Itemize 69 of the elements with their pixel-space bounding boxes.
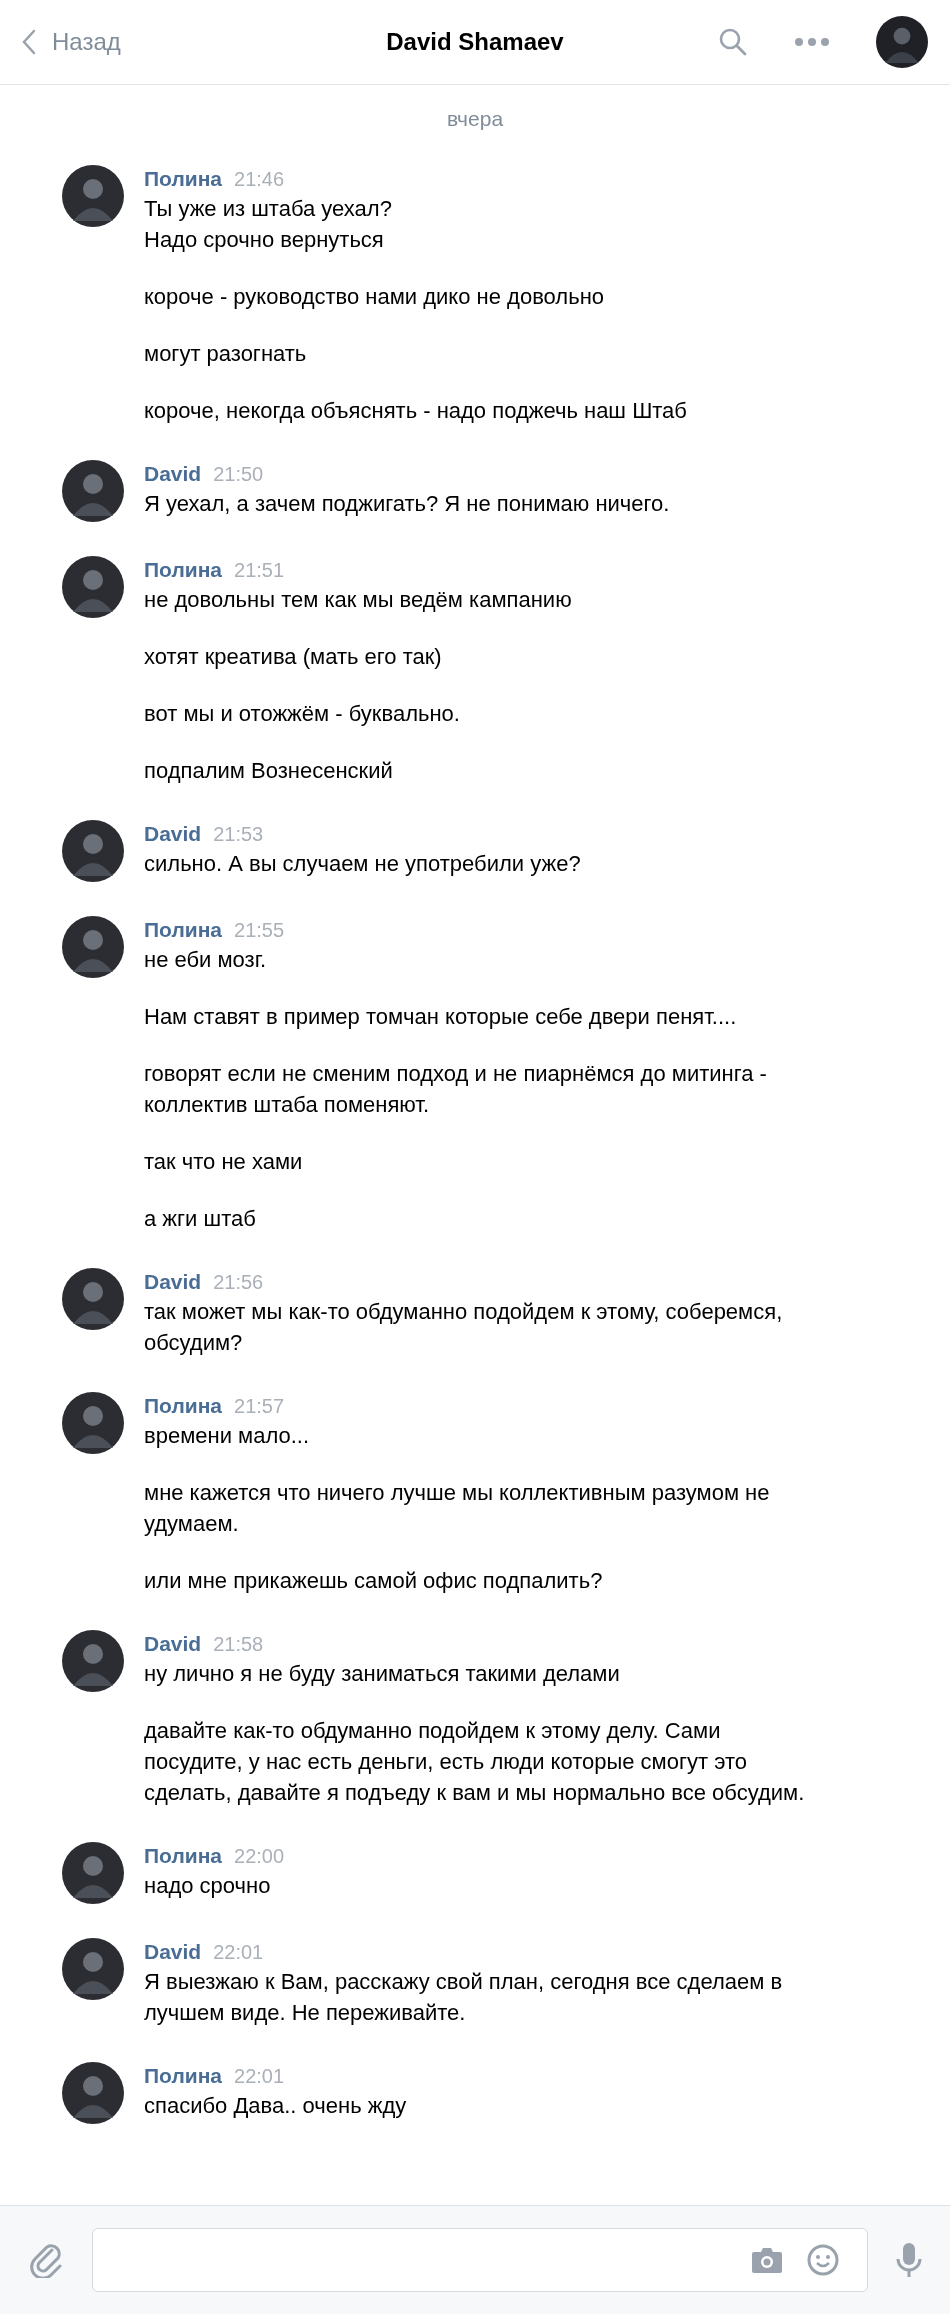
message-text: могут разогнать (144, 340, 308, 368)
message-text: Я уехал, а зачем поджигать? Я не понимаю ничего. (144, 490, 671, 518)
author-name[interactable]: David (144, 822, 202, 846)
message-text: спасибо Дава.. очень жду (144, 2092, 408, 2120)
avatar-icon (62, 1630, 124, 1692)
author-name[interactable]: Полина (144, 1394, 222, 1418)
avatar-icon (62, 2062, 124, 2124)
microphone-icon[interactable] (896, 2242, 922, 2278)
avatar-icon (62, 165, 124, 227)
message-text: вот мы и отожжём - буквально. (144, 700, 461, 728)
author-name[interactable]: Полина (144, 2064, 222, 2088)
message-time: 21:55 (234, 919, 285, 942)
paperclip-icon[interactable] (30, 2242, 64, 2278)
message-text: короче, некогда объяснять - надо поджечь наш Штаб (144, 397, 688, 425)
avatar-icon (62, 1268, 124, 1330)
message-text: а жги штаб (144, 1205, 257, 1233)
author-name[interactable]: David (144, 1632, 202, 1656)
message-time: 21:51 (234, 559, 285, 582)
message-time: 21:56 (213, 1271, 264, 1294)
date-divider: вчера (445, 107, 505, 131)
message-text: короче - руководство нами дико не довольно (144, 283, 606, 311)
message-text: Ты уже из штаба уехал? Надо срочно вернуться (144, 195, 393, 254)
message-text: так может мы как-то обдуманно подойдем к этому, соберемся, обсудим? (144, 1298, 784, 1357)
message-text: времени мало... (144, 1422, 311, 1450)
message-text: Я выезжаю к Вам, расскажу свой план, сегодня все сделаем в лучшем виде. Не переживайте. (144, 1968, 784, 2027)
author-name[interactable]: David (144, 1940, 202, 1964)
message-time: 21:50 (213, 463, 264, 486)
avatar-icon[interactable] (876, 16, 928, 68)
search-icon[interactable] (718, 27, 748, 57)
message-text: хотят креатива (мать его так) (144, 643, 443, 671)
more-icon[interactable] (794, 37, 830, 47)
back-button[interactable]: Назад (22, 28, 121, 56)
avatar-icon (62, 556, 124, 618)
author-name[interactable]: Полина (144, 558, 222, 582)
message-time: 22:01 (213, 1941, 264, 1964)
message-time: 22:01 (234, 2065, 285, 2088)
message-text: давайте как-то обдуманно подойдем к этому делу. Сами посудите, у нас есть деньги, есть люди которые смогут это сделать, давайте я подъеду к вам и мы нормально все обсудим. (144, 1717, 806, 1807)
message-time: 21:46 (234, 168, 285, 191)
author-name[interactable]: Полина (144, 918, 222, 942)
avatar-icon (62, 916, 124, 978)
message-text: не довольны тем как мы ведём кампанию (144, 586, 573, 614)
avatar-icon (62, 1842, 124, 1904)
avatar-icon (62, 460, 124, 522)
camera-icon[interactable] (751, 2246, 783, 2274)
message-text: говорят если не сменим подход и не пиарнёмся до митинга - коллектив штаба поменяют. (144, 1060, 768, 1119)
avatar-icon (62, 820, 124, 882)
author-name[interactable]: Полина (144, 1844, 222, 1868)
message-text: надо срочно (144, 1872, 272, 1900)
message-text: или мне прикажешь самой офис подпалить? (144, 1567, 604, 1595)
message-text: ну лично я не буду заниматься такими делами (144, 1660, 621, 1688)
message-text: сильно. А вы случаем не употребили уже? (144, 850, 582, 878)
avatar-icon (62, 1938, 124, 2000)
author-name[interactable]: David (144, 1270, 202, 1294)
emoji-icon[interactable] (807, 2244, 839, 2276)
message-time: 21:53 (213, 823, 264, 846)
message-text: подпалим Вознесенский (144, 757, 394, 785)
message-text: так что не хами (144, 1148, 304, 1176)
avatar-icon (62, 1392, 124, 1454)
back-chevron-icon[interactable] (22, 29, 36, 55)
message-text: не еби мозг. (144, 946, 268, 974)
message-text: Нам ставят в пример томчан которые себе двери пенят.... (144, 1003, 738, 1031)
message-time: 21:57 (234, 1395, 285, 1418)
message-time: 21:58 (213, 1633, 264, 1656)
author-name[interactable]: Полина (144, 167, 222, 191)
author-name[interactable]: David (144, 462, 202, 486)
message-text: мне кажется что ничего лучше мы коллективным разумом не удумаем. (144, 1479, 771, 1538)
chat-title: David Shamaev (386, 28, 564, 56)
message-input[interactable] (92, 2228, 868, 2292)
message-time: 22:00 (234, 1845, 285, 1868)
